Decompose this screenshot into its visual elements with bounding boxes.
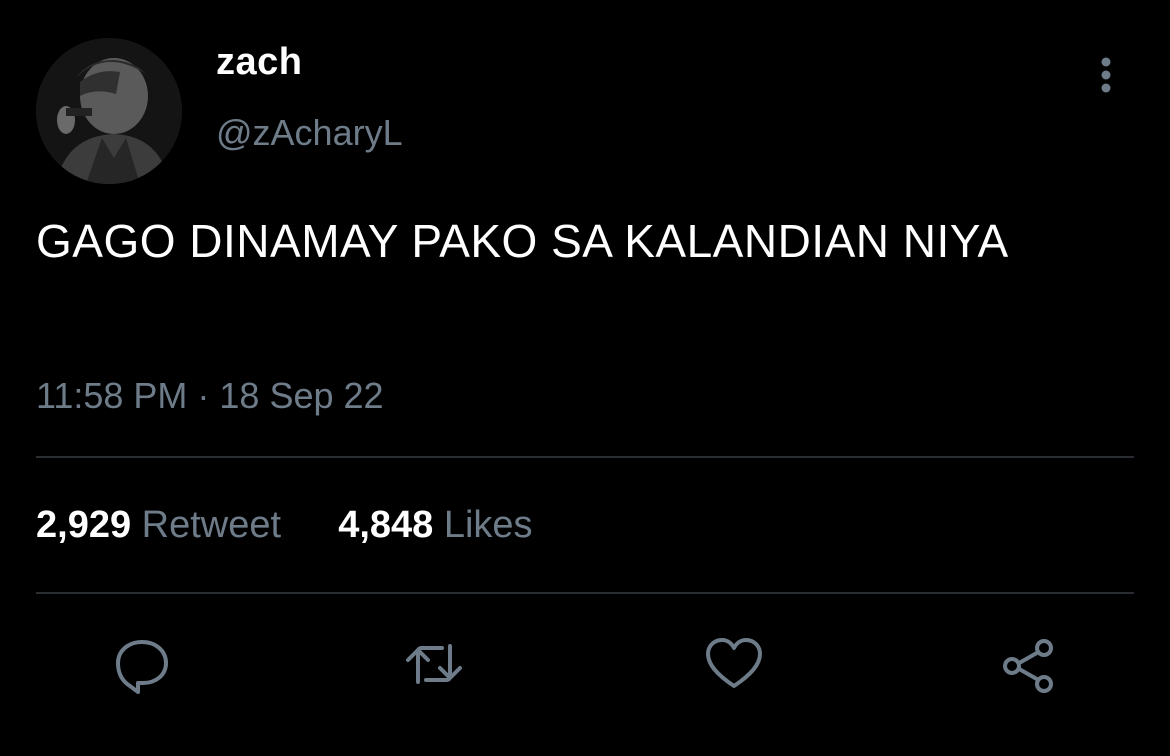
heart-icon — [706, 638, 762, 688]
avatar[interactable] — [36, 38, 182, 184]
display-name[interactable]: zach — [216, 40, 302, 84]
retweet-button[interactable] — [402, 632, 466, 696]
engagement-stats: 2,929 Retweet 4,848 Likes — [36, 502, 533, 548]
tweet-card: zach @zAcharyL GAGO DINAMAY PAKO SA KALA… — [0, 0, 1170, 756]
retweet-arrows-icon — [406, 644, 462, 684]
divider — [36, 592, 1134, 594]
more-options-icon[interactable] — [1092, 56, 1120, 96]
reply-button[interactable] — [110, 632, 174, 696]
likes-label: Likes — [443, 504, 533, 546]
share-nodes-icon — [1003, 639, 1053, 693]
divider — [36, 456, 1134, 458]
tweet-timestamp[interactable]: 11:58 PM · 18 Sep 22 — [36, 374, 384, 418]
like-button[interactable] — [702, 632, 766, 696]
likes-stat[interactable]: 4,848 Likes — [338, 504, 532, 546]
retweet-label: Retweet — [141, 504, 282, 546]
retweet-count: 2,929 — [36, 504, 132, 546]
share-button[interactable] — [998, 632, 1062, 696]
tweet-text: GAGO DINAMAY PAKO SA KALANDIAN NIYA — [36, 215, 1009, 267]
speech-bubble-icon — [116, 640, 168, 694]
retweet-stat[interactable]: 2,929 Retweet — [36, 504, 292, 546]
user-handle[interactable]: @zAcharyL — [216, 112, 403, 154]
likes-count: 4,848 — [338, 504, 434, 546]
avatar-photo-icon — [36, 38, 182, 184]
